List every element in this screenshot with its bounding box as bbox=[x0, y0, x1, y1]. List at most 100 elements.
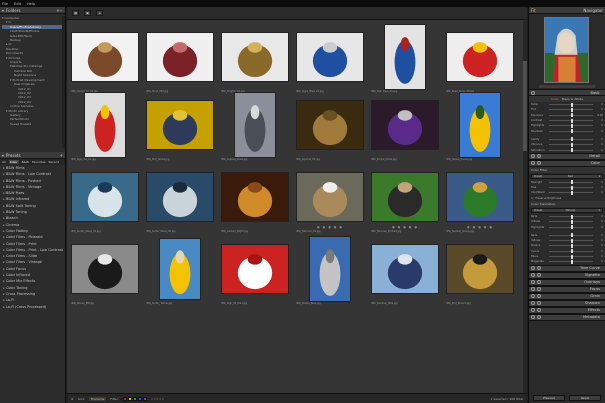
settings-icon[interactable]: ⚙ bbox=[71, 397, 74, 401]
thumbnail[interactable]: IMG_Tuareg_01_01.jpg bbox=[68, 25, 142, 95]
grid-scrollbar[interactable] bbox=[523, 21, 527, 393]
color-saturation-preset[interactable]: Preset Natural ▾ bbox=[531, 207, 603, 213]
reset-icon[interactable] bbox=[537, 154, 541, 159]
toggle-icon[interactable] bbox=[531, 154, 535, 159]
slider-value[interactable]: 0 bbox=[595, 260, 603, 263]
star-filter[interactable]: ☆☆☆☆☆ bbox=[151, 397, 164, 401]
slider-value[interactable]: 0 bbox=[595, 255, 603, 258]
preset-tab[interactable]: Color bbox=[8, 160, 19, 164]
slider-track[interactable] bbox=[549, 185, 593, 190]
rating-stars[interactable]: ● ● ● ● ● bbox=[368, 225, 442, 229]
slider-value[interactable]: 0 bbox=[595, 130, 603, 133]
slider-value[interactable]: 0 bbox=[595, 103, 603, 106]
previous-button[interactable]: Previous bbox=[533, 395, 565, 401]
color-label-swatch[interactable] bbox=[122, 396, 127, 401]
slider-thumb[interactable] bbox=[571, 129, 573, 134]
rating-stars[interactable]: ● ● ● ● ● bbox=[443, 225, 517, 229]
menu-help[interactable]: Help bbox=[27, 2, 35, 6]
slider-track[interactable] bbox=[549, 113, 593, 118]
preset-tab[interactable]: B&W bbox=[22, 160, 29, 164]
preset-tab[interactable]: All bbox=[2, 160, 6, 164]
toggle-icon[interactable] bbox=[531, 308, 535, 313]
slider-value[interactable]: 0 bbox=[595, 226, 603, 229]
slider-track[interactable] bbox=[549, 123, 593, 128]
slider-thumb[interactable] bbox=[571, 225, 573, 230]
slider-thumb[interactable] bbox=[571, 148, 573, 153]
thumbnail[interactable]: IMG_Surfer_Yellow.jpg bbox=[143, 237, 217, 307]
slider-track[interactable] bbox=[549, 148, 593, 153]
section-header[interactable]: Color bbox=[529, 159, 605, 167]
slider-thumb[interactable] bbox=[571, 254, 573, 259]
slider-thumb[interactable] bbox=[571, 142, 573, 147]
slider-track[interactable] bbox=[549, 129, 593, 134]
color-saturation-header[interactable]: Color Saturation bbox=[529, 200, 605, 207]
mode-bw[interactable]: Black & White bbox=[562, 97, 583, 101]
menu-edit[interactable]: Edit bbox=[14, 2, 21, 6]
preset-tab[interactable]: Recent bbox=[49, 160, 59, 164]
thumbnail[interactable]: IMG_Waves_BW.jpg bbox=[68, 237, 142, 307]
slider-value[interactable]: 0 bbox=[595, 138, 603, 141]
reset-icon[interactable] bbox=[537, 294, 541, 299]
section-header[interactable]: Detail bbox=[529, 152, 605, 160]
reset-icon[interactable] bbox=[537, 161, 541, 166]
color-filter-header[interactable]: Color Filter bbox=[529, 166, 605, 173]
reset-icon[interactable] bbox=[537, 301, 541, 306]
scroll-thumb[interactable] bbox=[523, 61, 527, 151]
section-header[interactable]: Overlays bbox=[529, 278, 605, 286]
slider-value[interactable]: 0 bbox=[595, 124, 603, 127]
thumbnail[interactable]: IMG_Statue_Blue.jpg bbox=[293, 236, 367, 307]
section-header[interactable]: Vignette bbox=[529, 271, 605, 279]
thumbnail[interactable]: IMG_Squirrel_02.jpg bbox=[293, 93, 367, 163]
thumbnail[interactable]: ● ● ● ● ● IMG_Falconer_01.jpg bbox=[293, 165, 367, 235]
slider-thumb[interactable] bbox=[571, 180, 573, 185]
slider-track[interactable] bbox=[549, 102, 593, 107]
reset-icon[interactable] bbox=[537, 273, 541, 278]
reset-icon[interactable] bbox=[537, 287, 541, 292]
section-header[interactable]: Effects bbox=[529, 306, 605, 314]
basic-header[interactable]: Basic bbox=[529, 89, 605, 96]
preset-tab[interactable]: Favorites bbox=[32, 160, 46, 164]
slider-track[interactable] bbox=[549, 142, 593, 147]
thumbnail[interactable]: IMG_Lantern_Night.jpg bbox=[218, 165, 292, 235]
slider-track[interactable] bbox=[549, 233, 593, 238]
slider-value[interactable]: 0 bbox=[595, 234, 603, 237]
slider-value[interactable]: 0 bbox=[595, 239, 603, 242]
thumbnail[interactable]: IMG_Surfer_Wave_02.jpg bbox=[143, 165, 217, 235]
reset-icon[interactable] bbox=[537, 266, 541, 271]
color-label-swatch[interactable] bbox=[127, 396, 132, 401]
thumbnail[interactable]: IMG_Knights_01.jpg bbox=[218, 25, 292, 95]
reset-button[interactable]: Reset bbox=[569, 395, 601, 401]
slider-thumb[interactable] bbox=[571, 243, 573, 248]
thumbnail[interactable]: IMG_Surfer_Wave_01.jpg bbox=[68, 165, 142, 235]
color-label-swatch[interactable] bbox=[142, 396, 147, 401]
slider-track[interactable] bbox=[549, 180, 593, 185]
slider-value[interactable]: 0 bbox=[595, 119, 603, 122]
slider-track[interactable] bbox=[549, 225, 593, 230]
slider-thumb[interactable] bbox=[571, 190, 573, 195]
slider-track[interactable] bbox=[549, 214, 593, 219]
checkbox-icon[interactable]: ☑ bbox=[531, 197, 533, 200]
toggle-icon[interactable] bbox=[531, 315, 535, 320]
thumbnail[interactable]: ● ● ● ● ● IMG_Festival_Group.jpg bbox=[443, 165, 517, 235]
slider-value[interactable]: 0 bbox=[595, 143, 603, 146]
thumbnail[interactable]: IMG_Signs_Blue_01.jpg bbox=[293, 25, 367, 95]
slider-value[interactable]: 0 bbox=[595, 181, 603, 184]
thumbnail[interactable]: IMG_Road_Signs_40.jpg bbox=[443, 25, 517, 95]
grid-view-icon[interactable]: ▦ bbox=[72, 10, 79, 16]
toggle-icon[interactable] bbox=[531, 161, 535, 166]
toggle-icon[interactable] bbox=[531, 294, 535, 299]
slider-track[interactable] bbox=[549, 259, 593, 264]
slider-track[interactable] bbox=[549, 107, 593, 112]
slider-track[interactable] bbox=[549, 190, 593, 195]
section-header[interactable]: Tone Curve bbox=[529, 264, 605, 272]
toggle-icon[interactable] bbox=[531, 287, 535, 292]
slider-track[interactable] bbox=[549, 219, 593, 224]
slider-thumb[interactable] bbox=[571, 219, 573, 224]
slider-thumb[interactable] bbox=[571, 249, 573, 254]
slider-track[interactable] bbox=[549, 249, 593, 254]
detail-view-icon[interactable]: ▣ bbox=[84, 10, 91, 16]
thumbnail[interactable]: IMG_Sign_Blue_02.jpg bbox=[368, 24, 442, 95]
thumbnail[interactable]: ● ● ● ● ● IMG_Falconer_Portrait.jpg bbox=[368, 165, 442, 235]
slider-value[interactable]: 0 bbox=[595, 215, 603, 218]
color-filter-preset[interactable]: Preset Red ▾ bbox=[531, 173, 603, 179]
